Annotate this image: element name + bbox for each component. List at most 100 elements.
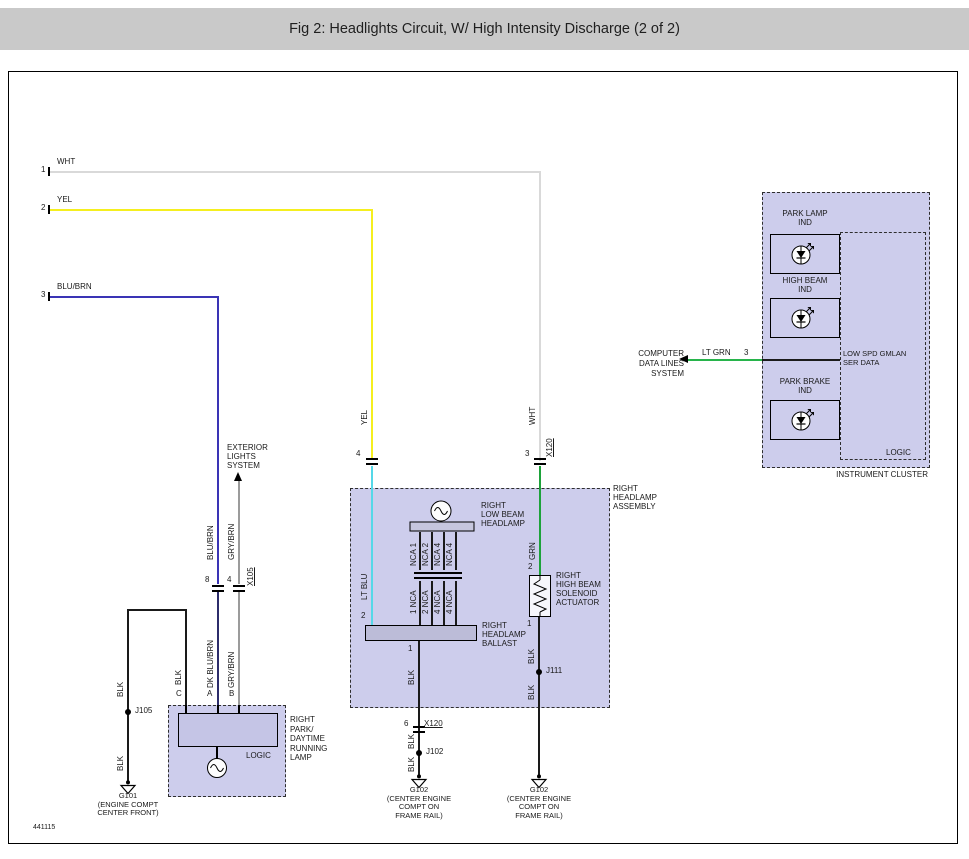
drl-pin-c: C bbox=[176, 689, 182, 698]
x105-pin-4: 4 bbox=[227, 575, 231, 584]
drl-stub bbox=[238, 705, 240, 713]
actuator-pin-2: 2 bbox=[528, 562, 532, 571]
x120-bottom-label: X120 bbox=[424, 719, 443, 728]
label-line: COMPUTER bbox=[598, 349, 684, 359]
wht-wire-horizontal bbox=[50, 171, 541, 173]
drl-stub bbox=[185, 705, 187, 713]
yel-drop-label: YEL bbox=[360, 410, 369, 425]
cluster-pin-3: 3 bbox=[744, 348, 748, 357]
nca-label-bottom-1: 1 NCA bbox=[409, 590, 418, 614]
figure-title: Fig 2: Headlights Circuit, W/ High Inten… bbox=[289, 21, 680, 37]
g102-right-label-block: G102 (CENTER ENGINE COMPT ON FRAME RAIL) bbox=[478, 786, 600, 820]
drl-pin-a: A bbox=[207, 689, 212, 698]
cluster-logic-box bbox=[840, 232, 926, 460]
label-line: RIGHT bbox=[481, 501, 525, 510]
drl-logic-label: LOGIC bbox=[246, 751, 271, 760]
instrument-cluster-name: INSTRUMENT CLUSTER bbox=[782, 470, 928, 479]
nca-connector-tick bbox=[450, 572, 462, 574]
drl-pin-b: B bbox=[229, 689, 234, 698]
nca-label-bottom-2: 2 NCA bbox=[421, 590, 430, 614]
x120-bottom-tick bbox=[413, 731, 425, 733]
label-line: BALLAST bbox=[482, 639, 526, 648]
label-line: HEADLAMP bbox=[482, 630, 526, 639]
x105-pin-8: 8 bbox=[205, 575, 209, 584]
label-line: HIGH BEAM bbox=[770, 276, 840, 285]
label-line: HEADLAMP bbox=[613, 493, 657, 502]
wht-drop-label: WHT bbox=[528, 407, 537, 425]
label-line: DAYTIME bbox=[290, 734, 327, 744]
feed-2-wire-label: YEL bbox=[57, 195, 72, 204]
blk-label-below-j111: BLK bbox=[527, 685, 536, 700]
x105-tick bbox=[233, 585, 245, 587]
label-line: FRAME RAIL) bbox=[358, 812, 480, 821]
x105-connector-label: X105 bbox=[246, 567, 255, 586]
nca-label-bottom-3: 4 NCA bbox=[433, 590, 442, 614]
j111-junction-dot bbox=[536, 669, 542, 675]
g102-left-label-block: G102 (CENTER ENGINE COMPT ON FRAME RAIL) bbox=[358, 786, 480, 820]
low-beam-headlamp-icon bbox=[405, 496, 479, 534]
label-line: RUNNING bbox=[290, 744, 327, 754]
nca-wire-4 bbox=[455, 532, 457, 570]
lt-blu-wire bbox=[371, 466, 373, 625]
wiring-diagram-page: Fig 2: Headlights Circuit, W/ High Inten… bbox=[0, 0, 969, 859]
blk-label-above-j111: BLK bbox=[527, 649, 536, 664]
label-line: FRAME RAIL) bbox=[478, 812, 600, 821]
label-line: RIGHT bbox=[613, 484, 657, 493]
yel-wire-vertical bbox=[371, 209, 373, 460]
computer-data-lines-label: COMPUTER DATA LINES SYSTEM bbox=[598, 349, 684, 379]
lt-blu-label: LT BLU bbox=[360, 574, 369, 600]
gry-brn-label-lower: GRY/BRN bbox=[227, 652, 236, 688]
feed-1-wire-label: WHT bbox=[57, 157, 75, 166]
assembly-name: RIGHT HEADLAMP ASSEMBLY bbox=[613, 484, 657, 511]
gry-brn-wire-lower bbox=[238, 592, 240, 705]
blk-branch-horizontal bbox=[127, 609, 187, 611]
x120-tick bbox=[366, 458, 378, 460]
dk-blu-brn-wire bbox=[217, 592, 219, 705]
label-line: PARK LAMP bbox=[770, 209, 840, 218]
lt-grn-label: LT GRN bbox=[702, 348, 731, 357]
nca-connector-tick bbox=[426, 577, 438, 579]
gry-brn-wire-upper bbox=[238, 481, 240, 584]
yel-wire-horizontal bbox=[50, 209, 373, 211]
label-line: ASSEMBLY bbox=[613, 502, 657, 511]
feed-1-pin: 1 bbox=[41, 165, 45, 174]
grn-label: GRN bbox=[528, 542, 537, 560]
label-line: CENTER FRONT) bbox=[68, 809, 188, 818]
ser-data-wire-inside bbox=[762, 359, 840, 361]
nca-label-top-3: NCA 4 bbox=[433, 543, 442, 566]
blu-brn-label-above-x105: BLU/BRN bbox=[206, 525, 215, 560]
drl-lamp-name: RIGHT PARK/ DAYTIME RUNNING LAMP bbox=[290, 715, 327, 763]
x120-connector-label: X120 bbox=[545, 438, 554, 457]
high-beam-led-icon bbox=[789, 305, 815, 331]
x120-tick bbox=[366, 463, 378, 465]
park-brake-ind-label: PARK BRAKE IND bbox=[770, 377, 840, 395]
grn-wire bbox=[539, 466, 541, 575]
nca-connector-tick bbox=[426, 572, 438, 574]
label-line: IND bbox=[770, 386, 840, 395]
label-line: DATA LINES bbox=[598, 359, 684, 369]
label-line: SOLENOID bbox=[556, 589, 601, 598]
label-line: ACTUATOR bbox=[556, 598, 601, 607]
nca-label-top-4: NCA 4 bbox=[445, 543, 454, 566]
x105-tick bbox=[212, 585, 224, 587]
dk-blu-brn-label: DK BLU/BRN bbox=[206, 640, 215, 688]
park-lamp-ind-label: PARK LAMP IND bbox=[770, 209, 840, 227]
label-line: LIGHTS bbox=[227, 452, 268, 461]
high-beam-ind-label: HIGH BEAM IND bbox=[770, 276, 840, 294]
nca-connector-tick bbox=[438, 577, 450, 579]
j105-junction-dot bbox=[125, 709, 131, 715]
blk-wire-to-g101 bbox=[127, 609, 129, 783]
cluster-logic-label: LOGIC bbox=[886, 448, 911, 457]
label-line: LAMP bbox=[290, 753, 327, 763]
actuator-name: RIGHT HIGH BEAM SOLENOID ACTUATOR bbox=[556, 571, 601, 607]
wht-wire-vertical bbox=[539, 171, 541, 461]
diagram-ref-code: 441115 bbox=[33, 823, 55, 832]
nca-connector-tick bbox=[414, 577, 426, 579]
label-line: HEADLAMP bbox=[481, 519, 525, 528]
j102-junction-dot bbox=[416, 750, 422, 756]
feed-2-pin: 2 bbox=[41, 203, 45, 212]
label-line: HIGH BEAM bbox=[556, 580, 601, 589]
nca-connector-tick bbox=[438, 572, 450, 574]
solenoid-coil-icon bbox=[529, 575, 551, 617]
label-line: EXTERIOR bbox=[227, 443, 268, 452]
